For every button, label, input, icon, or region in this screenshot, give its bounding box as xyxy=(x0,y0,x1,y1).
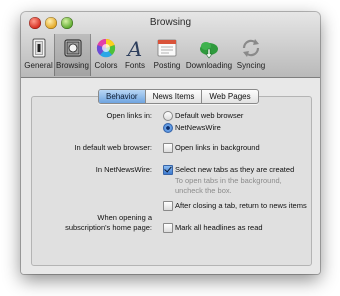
fonts-icon: A xyxy=(126,37,142,59)
toolbar-label-colors: Colors xyxy=(94,61,118,70)
toolbar-label-fonts: Fonts xyxy=(124,61,145,70)
colors-icon xyxy=(96,38,116,58)
behavior-panel: Open links in: Default web browser NetNe… xyxy=(31,96,312,266)
title-bar: Browsing General Browsing Colors A Fonts… xyxy=(21,12,320,78)
radio-default-browser[interactable] xyxy=(163,111,173,121)
open-links-background-checkbox[interactable] xyxy=(163,143,173,153)
general-icon xyxy=(32,38,45,58)
return-to-news-label[interactable]: After closing a tab, return to news item… xyxy=(175,201,307,210)
downloading-icon xyxy=(200,42,218,59)
toolbar-label-syncing: Syncing xyxy=(236,61,266,70)
preferences-window: Browsing General Browsing Colors A Fonts… xyxy=(21,12,320,274)
behavior-tabs: Behavior News Items Web Pages xyxy=(98,89,259,104)
in-netnewswire-label: In NetNewsWire: xyxy=(95,165,152,174)
svg-text:A: A xyxy=(126,37,142,59)
home-page-label-line1: When opening a xyxy=(97,213,152,222)
mark-headlines-read-checkbox[interactable] xyxy=(163,223,173,233)
toolbar-item-colors[interactable]: Colors xyxy=(91,34,121,76)
preferences-toolbar: General Browsing Colors A Fonts Posting … xyxy=(23,34,319,76)
home-page-label-line2: subscription's home page: xyxy=(65,223,152,232)
select-new-tabs-label[interactable]: Select new tabs as they are created xyxy=(175,165,294,174)
tab-web-pages[interactable]: Web Pages xyxy=(202,90,257,103)
toolbar-item-browsing[interactable]: Browsing xyxy=(54,34,91,76)
open-links-background-label[interactable]: Open links in background xyxy=(175,143,260,152)
mark-headlines-read-label[interactable]: Mark all headlines as read xyxy=(175,223,263,232)
select-new-tabs-hint-line1: To open tabs in the background, xyxy=(175,176,282,185)
toolbar-label-browsing: Browsing xyxy=(56,61,89,70)
toolbar-item-downloading[interactable]: Downloading xyxy=(185,34,233,76)
radio-default-browser-label[interactable]: Default web browser xyxy=(175,111,243,120)
open-links-label: Open links in: xyxy=(106,111,152,120)
select-new-tabs-checkbox[interactable] xyxy=(163,165,173,175)
tab-news-items[interactable]: News Items xyxy=(146,90,203,103)
window-title: Browsing xyxy=(149,17,192,28)
toolbar-item-posting[interactable]: Posting xyxy=(149,34,185,76)
toolbar-item-fonts[interactable]: A Fonts xyxy=(121,34,149,76)
radio-netnewswire[interactable] xyxy=(163,123,173,133)
select-new-tabs-hint-line2: uncheck the box. xyxy=(175,186,232,195)
browsing-icon xyxy=(63,39,82,57)
preferences-content: Open links in: Default web browser NetNe… xyxy=(21,78,320,274)
toolbar-label-posting: Posting xyxy=(153,61,181,70)
toolbar-item-general[interactable]: General xyxy=(23,34,54,76)
toolbar-label-downloading: Downloading xyxy=(185,61,233,70)
toolbar-label-general: General xyxy=(24,61,53,70)
tab-behavior[interactable]: Behavior xyxy=(99,90,146,103)
return-to-news-checkbox[interactable] xyxy=(163,201,173,211)
default-browser-label: In default web browser: xyxy=(74,143,152,152)
posting-icon xyxy=(157,39,177,57)
toolbar-item-syncing[interactable]: Syncing xyxy=(233,34,269,76)
radio-netnewswire-label[interactable]: NetNewsWire xyxy=(175,123,221,132)
syncing-icon xyxy=(242,39,260,57)
